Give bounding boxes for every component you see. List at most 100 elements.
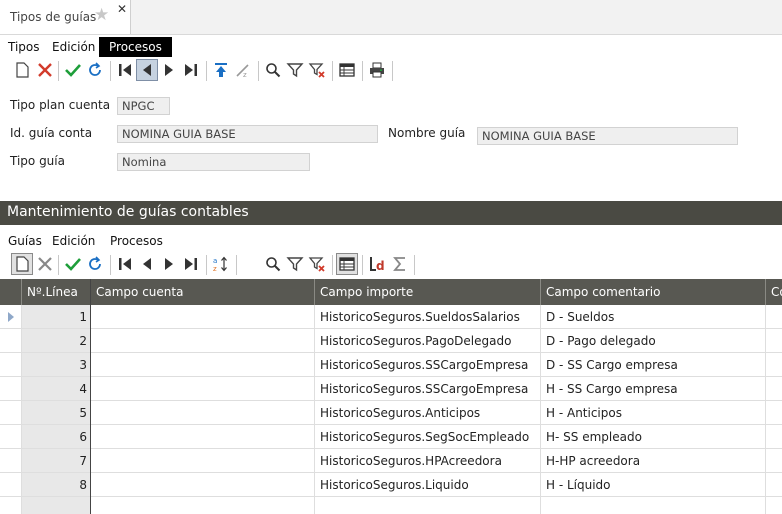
cell-campo-importe[interactable]: HistoricoSeguros.Anticipos [315, 401, 541, 425]
cell-campo-importe[interactable]: HistoricoSeguros.Liquido [315, 473, 541, 497]
previous-icon[interactable] [136, 253, 158, 275]
cell-linea[interactable]: 4 [22, 377, 91, 401]
cell-co[interactable] [766, 329, 782, 353]
cell-campo-cuenta[interactable] [91, 473, 315, 497]
row-indicator[interactable] [0, 473, 22, 497]
cell-co[interactable] [766, 497, 782, 514]
cell-linea[interactable]: 1 [22, 305, 91, 329]
id-guia-conta-field[interactable]: NOMINA GUIA BASE [117, 125, 378, 143]
table-row[interactable]: 7 HistoricoSeguros.HPAcreedora H-HP acreed… [0, 449, 782, 473]
col-header-linea[interactable]: Nº.Línea [22, 279, 91, 305]
cell-campo-comentario[interactable]: H - Líquido [541, 473, 766, 497]
favorite-star-icon[interactable]: ★ [94, 7, 109, 24]
cell-co[interactable] [766, 425, 782, 449]
cell-campo-cuenta[interactable] [91, 329, 315, 353]
grid-view-icon[interactable] [336, 59, 358, 81]
next-icon[interactable] [158, 59, 180, 81]
cell-campo-cuenta[interactable] [91, 353, 315, 377]
cell-linea[interactable] [22, 497, 91, 514]
col-header-campo-comentario[interactable]: Campo comentario [541, 279, 766, 305]
row-indicator[interactable] [0, 401, 22, 425]
cell-campo-importe[interactable]: HistoricoSeguros.HPAcreedora [315, 449, 541, 473]
refresh-icon[interactable] [84, 59, 106, 81]
row-indicator[interactable] [0, 329, 22, 353]
sort-icon[interactable]: z [232, 59, 254, 81]
cell-co[interactable] [766, 401, 782, 425]
cell-campo-importe[interactable] [315, 497, 541, 514]
cell-campo-comentario[interactable] [541, 497, 766, 514]
last-icon[interactable] [180, 253, 202, 275]
table-row[interactable]: 8 HistoricoSeguros.Liquido H - Líquido [0, 473, 782, 497]
row-indicator[interactable] [0, 497, 22, 514]
grid-view-icon[interactable] [336, 253, 358, 275]
new-icon[interactable] [11, 59, 33, 81]
accept-icon[interactable] [62, 253, 84, 275]
filter-icon[interactable] [284, 59, 306, 81]
first-icon[interactable] [114, 59, 136, 81]
import-icon[interactable] [210, 59, 232, 81]
cell-co[interactable] [766, 305, 782, 329]
cell-linea[interactable]: 5 [22, 401, 91, 425]
table-row[interactable]: 2 HistoricoSeguros.PagoDelegado D - Pago d… [0, 329, 782, 353]
delete-icon[interactable] [34, 253, 56, 275]
cell-campo-cuenta[interactable] [91, 401, 315, 425]
cell-linea[interactable]: 6 [22, 425, 91, 449]
cell-campo-importe[interactable]: HistoricoSeguros.SegSocEmpleado [315, 425, 541, 449]
close-icon[interactable]: ✕ [117, 2, 127, 16]
tab-tipos-de-guias[interactable]: Tipos de guías ★ ✕ [0, 0, 131, 34]
first-icon[interactable] [114, 253, 136, 275]
search-icon[interactable] [262, 253, 284, 275]
cell-linea[interactable]: 3 [22, 353, 91, 377]
cell-campo-comentario[interactable]: D - Sueldos [541, 305, 766, 329]
col-header-campo-cuenta[interactable]: Campo cuenta [91, 279, 315, 305]
cell-linea[interactable]: 7 [22, 449, 91, 473]
tipo-guia-field[interactable]: Nomina [117, 153, 310, 171]
cell-linea[interactable]: 8 [22, 473, 91, 497]
menu-edicion[interactable]: Edición [50, 37, 97, 57]
menu-guias[interactable]: Guías [6, 231, 44, 251]
table-row[interactable]: 1 HistoricoSeguros.SueldosSalarios D - Sue… [0, 305, 782, 329]
new-icon[interactable] [11, 253, 33, 275]
row-indicator[interactable] [0, 305, 22, 329]
table-row[interactable]: 3 HistoricoSeguros.SSCargoEmpresa D - SS C… [0, 353, 782, 377]
clear-filter-icon[interactable] [306, 253, 328, 275]
row-indicator[interactable] [0, 377, 22, 401]
cell-campo-cuenta[interactable] [91, 377, 315, 401]
table-row[interactable]: 5 HistoricoSeguros.Anticipos H - Anticipos [0, 401, 782, 425]
cell-campo-comentario[interactable]: D - Pago delegado [541, 329, 766, 353]
nombre-guia-field[interactable]: NOMINA GUIA BASE [477, 127, 738, 145]
cell-campo-cuenta[interactable] [91, 449, 315, 473]
table-row[interactable]: 4 HistoricoSeguros.SSCargoEmpresa H - SS C… [0, 377, 782, 401]
menu-procesos[interactable]: Procesos [99, 37, 172, 57]
delete-icon[interactable] [34, 59, 56, 81]
cell-linea[interactable]: 2 [22, 329, 91, 353]
sort-az-icon[interactable]: az [210, 253, 232, 275]
cell-co[interactable] [766, 353, 782, 377]
cell-campo-comentario[interactable]: D - SS Cargo empresa [541, 353, 766, 377]
row-indicator[interactable] [0, 449, 22, 473]
table-row[interactable]: 6 HistoricoSeguros.SegSocEmpleado H- SS em… [0, 425, 782, 449]
next-icon[interactable] [158, 253, 180, 275]
print-icon[interactable] [366, 59, 388, 81]
cell-campo-comentario[interactable]: H - Anticipos [541, 401, 766, 425]
cell-campo-importe[interactable]: HistoricoSeguros.SSCargoEmpresa [315, 353, 541, 377]
cell-co[interactable] [766, 449, 782, 473]
previous-icon[interactable] [136, 59, 158, 81]
cell-co[interactable] [766, 377, 782, 401]
search-icon[interactable] [262, 59, 284, 81]
last-icon[interactable] [180, 59, 202, 81]
menu-edicion-grid[interactable]: Edición [50, 231, 97, 251]
tipo-plan-cuenta-field[interactable]: NPGC [117, 97, 170, 115]
cell-campo-comentario[interactable]: H - SS Cargo empresa [541, 377, 766, 401]
cell-campo-comentario[interactable]: H- SS empleado [541, 425, 766, 449]
row-indicator[interactable] [0, 425, 22, 449]
refresh-icon[interactable] [84, 253, 106, 275]
menu-tipos[interactable]: Tipos [6, 37, 42, 57]
accept-icon[interactable] [62, 59, 84, 81]
cell-co[interactable] [766, 473, 782, 497]
clear-filter-icon[interactable] [306, 59, 328, 81]
cell-campo-cuenta[interactable] [91, 305, 315, 329]
cell-campo-importe[interactable]: HistoricoSeguros.SueldosSalarios [315, 305, 541, 329]
sum-icon[interactable] [389, 253, 411, 275]
cell-campo-importe[interactable]: HistoricoSeguros.PagoDelegado [315, 329, 541, 353]
